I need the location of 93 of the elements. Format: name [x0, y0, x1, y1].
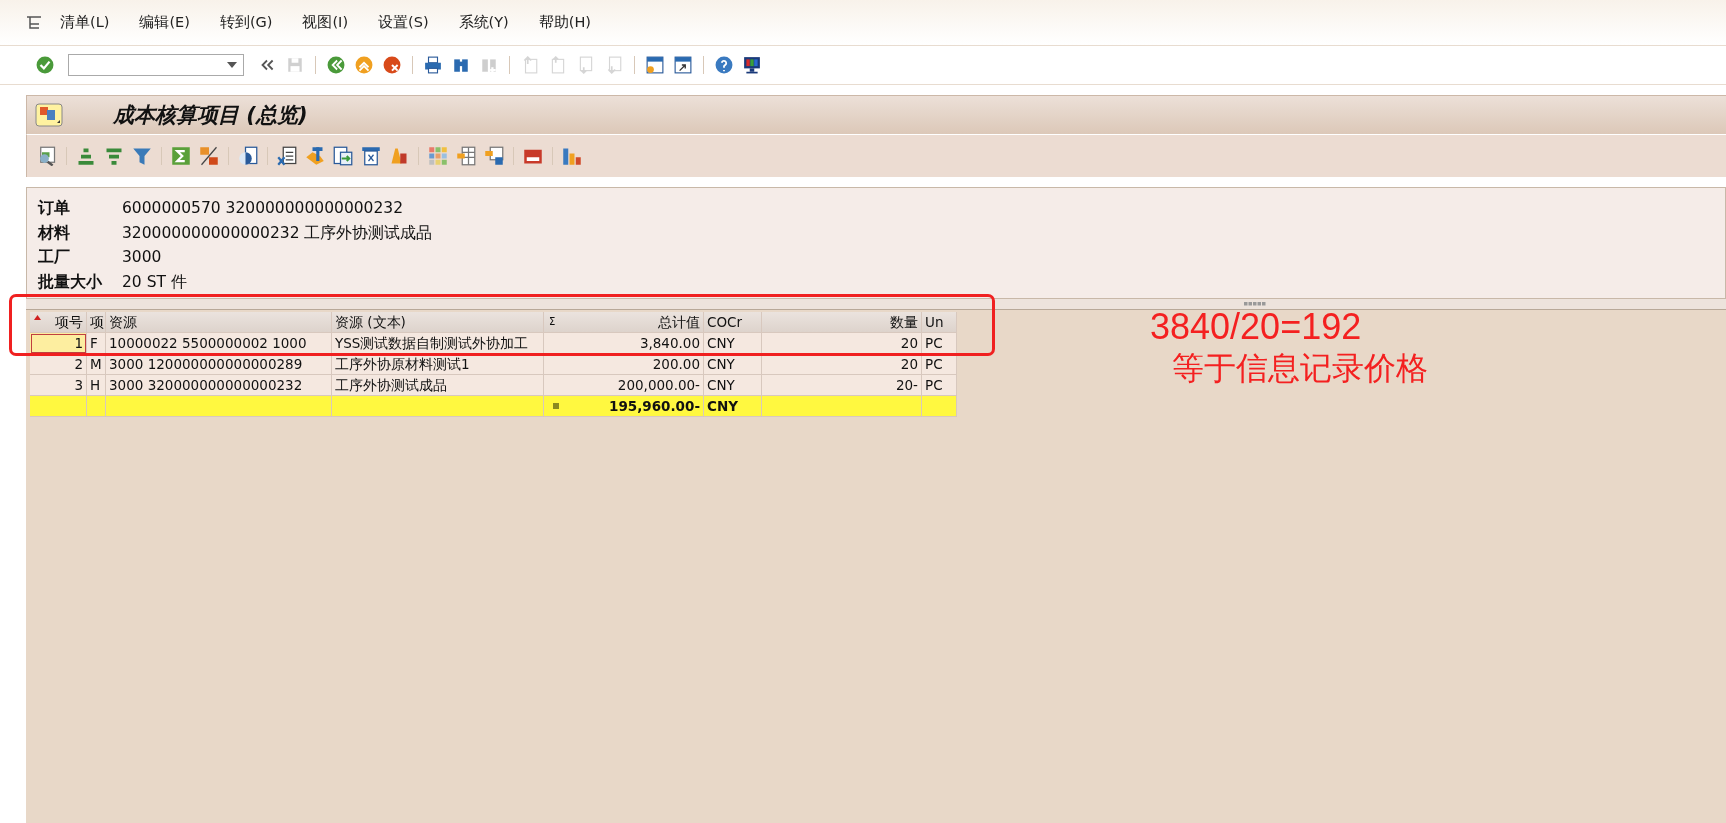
sum-icon[interactable] [171, 146, 191, 166]
column-label: Un [925, 313, 944, 332]
table-cell: 3,840.00 [544, 333, 704, 354]
field-label: 订单 [38, 198, 71, 219]
sort-descending-icon[interactable] [104, 146, 124, 166]
grid-icon[interactable] [456, 146, 476, 166]
column-header[interactable]: 资源 [106, 312, 332, 333]
table-cell: 3000 120000000000000289 [106, 354, 332, 375]
exit-icon[interactable] [355, 56, 373, 74]
menu-item[interactable]: 帮助(H) [538, 13, 591, 32]
total-cell [922, 396, 957, 417]
back-icon[interactable] [327, 56, 345, 74]
sort-indicator-icon [34, 315, 41, 320]
table-cell: 工序外协原材料测试1 [332, 354, 544, 375]
table-cell[interactable]: 2 [30, 354, 87, 375]
text-icon[interactable] [305, 146, 325, 166]
sort-ascending-icon[interactable] [76, 146, 96, 166]
field-value: 320000000000000232 工序外协测试成品 [122, 222, 434, 244]
menu-item[interactable]: 视图(I) [302, 13, 349, 32]
column-header[interactable]: Un [922, 312, 957, 333]
field-label: 工厂 [38, 247, 71, 268]
grid-icon[interactable] [484, 146, 504, 166]
column-icon[interactable] [361, 146, 381, 166]
total-currency: CNY [704, 396, 762, 417]
field-label: 批量大小 [38, 271, 103, 293]
table-cell: PC [922, 354, 957, 375]
field-value: 3000 [122, 247, 163, 268]
help-icon[interactable] [715, 56, 733, 74]
annotation-note: 等于信息记录价格 [1172, 348, 1428, 389]
total-cell [30, 396, 87, 417]
printer-icon[interactable] [424, 56, 442, 74]
annotation-formula: 3840/20=192 [1150, 308, 1362, 346]
column-label: 总计值 [658, 313, 700, 332]
monitor-icon[interactable] [743, 56, 761, 74]
table-cell: 工序外协测试成品 [332, 375, 544, 396]
menu-item[interactable]: 清单(L) [60, 13, 110, 32]
field-label: 材料 [38, 222, 71, 244]
window-icon[interactable] [646, 56, 664, 74]
subtotal-icon[interactable] [199, 146, 219, 166]
binoculars-icon[interactable] [452, 56, 470, 74]
dropdown-icon[interactable] [227, 62, 237, 68]
window-icon[interactable] [674, 56, 692, 74]
column-header[interactable]: 资源 (文本) [332, 312, 544, 333]
spreadsheet-icon[interactable] [277, 146, 297, 166]
menu-item[interactable]: 系统(Y) [458, 13, 509, 32]
table-cell[interactable]: 1 [30, 333, 87, 354]
table-cell: 20 [762, 333, 922, 354]
table-cell: 20- [762, 375, 922, 396]
app-icon[interactable] [35, 103, 63, 127]
field-value: 20 ST 件 [122, 271, 188, 293]
total-cell [87, 396, 106, 417]
view-icon[interactable] [238, 146, 258, 166]
column-header[interactable]: 数量 [762, 312, 922, 333]
bar-chart-icon[interactable] [562, 146, 582, 166]
table-cell: F [87, 333, 106, 354]
table-cell[interactable]: 3 [30, 375, 87, 396]
table-cell: 10000022 5500000002 1000 [106, 333, 332, 354]
menu-item[interactable]: 编辑(E) [139, 13, 190, 32]
cancel-icon[interactable] [383, 56, 401, 74]
table-cell: CNY [704, 375, 762, 396]
table-cell: CNY [704, 333, 762, 354]
filter-icon[interactable] [132, 146, 152, 166]
table-cell: 3000 320000000000000232 [106, 375, 332, 396]
menu-icon[interactable] [26, 15, 42, 30]
sum-mark: Σ [549, 315, 556, 329]
column-header[interactable]: Σ 总计值 [544, 312, 704, 333]
enter-icon[interactable] [36, 56, 54, 74]
field-value: 6000000570 320000000000000232 [122, 198, 405, 219]
menu-item[interactable]: 转到(G) [219, 13, 273, 32]
table-cell: PC [922, 333, 957, 354]
table-cell: M [87, 354, 106, 375]
table-cell: H [87, 375, 106, 396]
column-header[interactable]: COCr [704, 312, 762, 333]
splitter-handle-icon[interactable] [1244, 302, 1266, 306]
column-label: 项号 [55, 313, 83, 332]
menu-item[interactable]: 设置(S) [378, 13, 429, 32]
total-marker-icon [553, 403, 559, 409]
column-label: 资源 [109, 313, 137, 332]
table-cell: 200,000.00- [544, 375, 704, 396]
table-cell: CNY [704, 354, 762, 375]
total-value: 195,960.00- [609, 397, 700, 416]
column-header[interactable]: 项号 [30, 312, 87, 333]
column-label: COCr [707, 313, 743, 332]
table-cell: 200.00 [544, 354, 704, 375]
window-title: 成本核算项目 (总览) [113, 102, 308, 129]
table-cell: YSS测试数据自制测试外协加工 [332, 333, 544, 354]
table-cell: PC [922, 375, 957, 396]
table-cell: 20 [762, 354, 922, 375]
magnifier-icon[interactable] [37, 146, 57, 166]
column-label: 数量 [890, 313, 918, 332]
command-field[interactable] [68, 54, 244, 76]
export-icon[interactable] [333, 146, 353, 166]
column-label: 资源 (文本) [335, 313, 406, 332]
